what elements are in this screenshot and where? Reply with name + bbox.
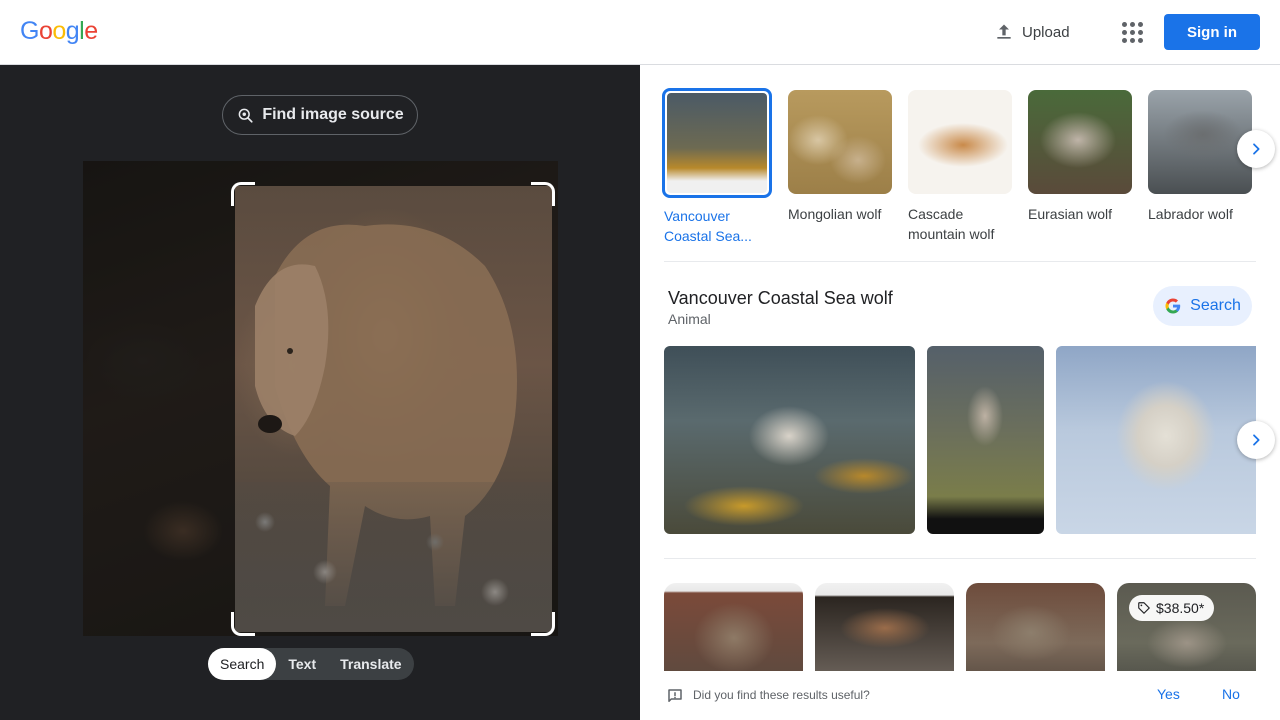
gallery-image[interactable] bbox=[664, 346, 915, 534]
upload-button[interactable]: Upload bbox=[984, 14, 1080, 50]
feedback-icon bbox=[668, 689, 682, 702]
upload-label: Upload bbox=[1022, 23, 1070, 41]
chevron-right-icon bbox=[1253, 143, 1260, 155]
entity-subtitle: Animal bbox=[668, 311, 711, 327]
entity-image-gallery bbox=[664, 346, 1256, 534]
result-card[interactable]: $38.50* bbox=[1117, 583, 1256, 671]
related-label: Labrador wolf bbox=[1148, 206, 1233, 222]
logo-letter: g bbox=[65, 17, 80, 45]
visual-matches-grid: $38.50* bbox=[664, 583, 1264, 671]
related-thumb bbox=[662, 88, 772, 198]
result-card[interactable] bbox=[815, 583, 954, 671]
image-preview-panel: Find image source Search Text Translate bbox=[0, 65, 640, 720]
tab-text[interactable]: Text bbox=[276, 648, 328, 680]
gallery-image[interactable] bbox=[1056, 346, 1256, 534]
search-mode-tabs: Search Text Translate bbox=[208, 648, 414, 680]
related-label: Cascade mountain wolf bbox=[908, 206, 995, 242]
related-thumb bbox=[908, 90, 1012, 194]
feedback-yes-button[interactable]: Yes bbox=[1157, 686, 1180, 702]
chevron-right-icon bbox=[1253, 434, 1260, 446]
feedback-no-button[interactable]: No bbox=[1222, 686, 1240, 702]
price-label: $38.50* bbox=[1156, 600, 1205, 616]
sign-in-button[interactable]: Sign in bbox=[1164, 14, 1260, 50]
related-item-eurasian-wolf[interactable]: Eurasian wolf bbox=[1028, 90, 1136, 224]
google-logo[interactable]: Google bbox=[20, 17, 98, 46]
gallery-image[interactable] bbox=[927, 346, 1044, 534]
entity-search-button[interactable]: Search bbox=[1153, 286, 1252, 326]
top-bar: Google Upload Sign in bbox=[0, 0, 1280, 65]
divider bbox=[664, 261, 1256, 262]
result-card[interactable] bbox=[966, 583, 1105, 671]
uploaded-image[interactable] bbox=[83, 161, 558, 636]
crop-handle-bottom-left[interactable] bbox=[231, 612, 255, 636]
logo-letter: o bbox=[38, 17, 53, 45]
related-item-mongolian-wolf[interactable]: Mongolian wolf bbox=[788, 90, 896, 224]
crop-selection[interactable] bbox=[235, 186, 552, 632]
related-thumb bbox=[788, 90, 892, 194]
feedback-question: Did you find these results useful? bbox=[693, 688, 870, 702]
related-item-vancouver-coastal-sea-wolf[interactable]: Vancouver Coastal Sea... bbox=[662, 88, 772, 246]
google-g-icon bbox=[1165, 298, 1181, 314]
crop-handle-top-left[interactable] bbox=[231, 182, 255, 206]
result-card[interactable] bbox=[664, 583, 803, 671]
crop-handle-top-right[interactable] bbox=[531, 182, 555, 206]
related-label: Mongolian wolf bbox=[788, 206, 882, 222]
related-label: Vancouver Coastal Sea... bbox=[664, 208, 752, 244]
tab-translate[interactable]: Translate bbox=[328, 648, 413, 680]
related-item-cascade-mountain-wolf[interactable]: Cascade mountain wolf bbox=[908, 90, 1016, 244]
divider bbox=[664, 558, 1256, 559]
logo-letter: G bbox=[20, 17, 39, 45]
feedback-bar: Did you find these results useful? Yes N… bbox=[640, 671, 1280, 720]
gallery-next-button[interactable] bbox=[1237, 421, 1275, 459]
related-next-button[interactable] bbox=[1237, 130, 1275, 168]
price-tag-icon bbox=[1138, 602, 1150, 614]
upload-icon bbox=[997, 24, 1011, 39]
apps-button[interactable] bbox=[1116, 16, 1148, 48]
tab-search[interactable]: Search bbox=[208, 648, 277, 680]
lens-search-icon bbox=[238, 108, 253, 123]
price-badge: $38.50* bbox=[1129, 595, 1215, 621]
find-image-source-button[interactable]: Find image source bbox=[222, 95, 418, 135]
related-thumb bbox=[1028, 90, 1132, 194]
results-panel: Vancouver Coastal Sea... Mongolian wolf … bbox=[640, 65, 1280, 720]
entity-title: Vancouver Coastal Sea wolf bbox=[668, 288, 893, 308]
crop-handle-bottom-right[interactable] bbox=[531, 612, 555, 636]
related-thumb bbox=[1148, 90, 1252, 194]
logo-letter: o bbox=[52, 17, 66, 45]
logo-letter: e bbox=[84, 17, 98, 45]
find-image-source-label: Find image source bbox=[262, 106, 404, 123]
entity-search-label: Search bbox=[1190, 297, 1241, 314]
related-label: Eurasian wolf bbox=[1028, 206, 1113, 222]
related-entities-carousel: Vancouver Coastal Sea... Mongolian wolf … bbox=[662, 88, 1264, 250]
